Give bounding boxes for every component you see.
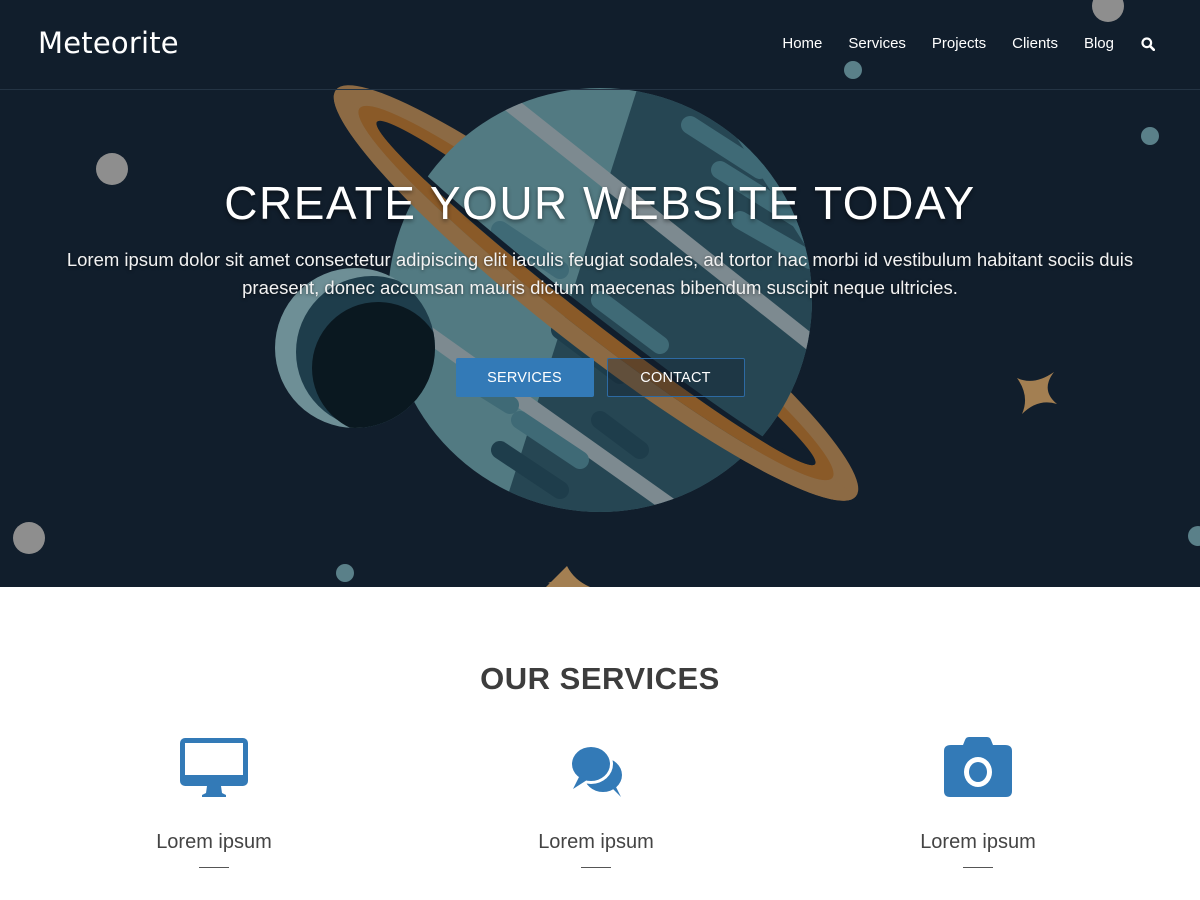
service-item: Lorem ipsum <box>496 737 696 868</box>
services-button[interactable]: SERVICES <box>455 358 594 397</box>
desktop-icon <box>180 738 248 797</box>
nav-item-home[interactable]: Home <box>782 35 822 52</box>
service-label: Lorem ipsum <box>156 831 272 853</box>
service-item: Lorem ipsum <box>878 737 1078 868</box>
search-button[interactable] <box>1140 36 1156 52</box>
services-title: OUR SERVICES <box>480 661 720 696</box>
comments-icon <box>569 744 622 797</box>
hero-section: Meteorite Home Services Projects Clients… <box>0 0 1200 587</box>
hero-title: CREATE YOUR WEBSITE TODAY <box>224 177 976 229</box>
camera-icon <box>944 737 1012 797</box>
service-icon-wrap <box>496 737 696 801</box>
contact-button[interactable]: CONTACT <box>606 358 745 397</box>
service-divider <box>581 867 611 868</box>
service-divider <box>963 867 993 868</box>
service-label: Lorem ipsum <box>920 831 1036 853</box>
hero-buttons: SERVICES CONTACT <box>0 358 1200 397</box>
service-divider <box>199 867 229 868</box>
service-item: Lorem ipsum <box>114 737 314 868</box>
navbar: Meteorite Home Services Projects Clients… <box>0 0 1200 90</box>
nav-item-services[interactable]: Services <box>848 35 906 52</box>
services-section: OUR SERVICES Lorem ipsum Lorem ipsum Lor… <box>0 587 1200 900</box>
service-label: Lorem ipsum <box>538 831 654 853</box>
service-icon-wrap <box>114 737 314 801</box>
nav-item-clients[interactable]: Clients <box>1012 35 1058 52</box>
nav-item-projects[interactable]: Projects <box>932 35 986 52</box>
service-icon-wrap <box>878 737 1078 801</box>
search-icon <box>1141 36 1155 51</box>
brand-logo[interactable]: Meteorite <box>38 26 179 60</box>
nav-item-blog[interactable]: Blog <box>1084 35 1114 52</box>
nav-menu: Home Services Projects Clients Blog <box>782 35 1156 52</box>
hero-description: Lorem ipsum dolor sit amet consectetur a… <box>66 249 1134 298</box>
